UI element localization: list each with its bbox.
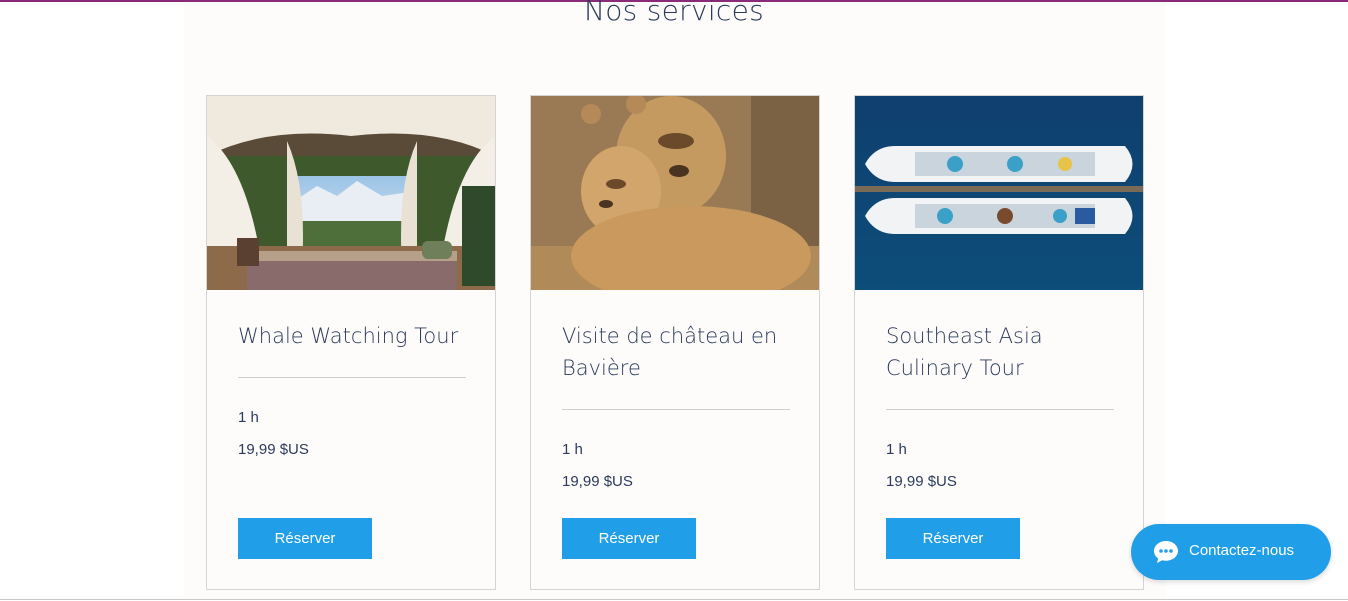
chat-bubble-icon	[1153, 540, 1179, 564]
service-image-tent[interactable]	[207, 96, 495, 290]
divider	[886, 409, 1114, 410]
service-price: 19,99 $US	[238, 441, 309, 458]
service-image-cruise[interactable]	[855, 96, 1143, 290]
service-duration: 1 h	[562, 441, 583, 458]
book-button[interactable]: Réserver	[238, 518, 372, 559]
service-title[interactable]: Southeast Asia Culinary Tour	[886, 320, 1116, 384]
divider	[238, 377, 466, 378]
book-button[interactable]: Réserver	[886, 518, 1020, 559]
service-card: Whale Watching Tour 1 h 19,99 $US Réserv…	[206, 95, 496, 590]
section-title: Nos services	[583, 0, 765, 27]
bottom-border	[0, 599, 1348, 600]
service-price: 19,99 $US	[886, 473, 957, 490]
service-duration: 1 h	[886, 441, 907, 458]
divider	[562, 409, 790, 410]
service-title[interactable]: Visite de château en Bavière	[562, 320, 792, 384]
service-title[interactable]: Whale Watching Tour	[238, 320, 468, 352]
service-image-lions[interactable]	[531, 96, 819, 290]
service-price: 19,99 $US	[562, 473, 633, 490]
service-card: Southeast Asia Culinary Tour 1 h 19,99 $…	[854, 95, 1144, 590]
book-button[interactable]: Réserver	[562, 518, 696, 559]
contact-chat-button[interactable]: Contactez-nous	[1131, 524, 1331, 580]
service-duration: 1 h	[238, 409, 259, 426]
chat-label: Contactez-nous	[1189, 542, 1295, 559]
service-card: Visite de château en Bavière 1 h 19,99 $…	[530, 95, 820, 590]
